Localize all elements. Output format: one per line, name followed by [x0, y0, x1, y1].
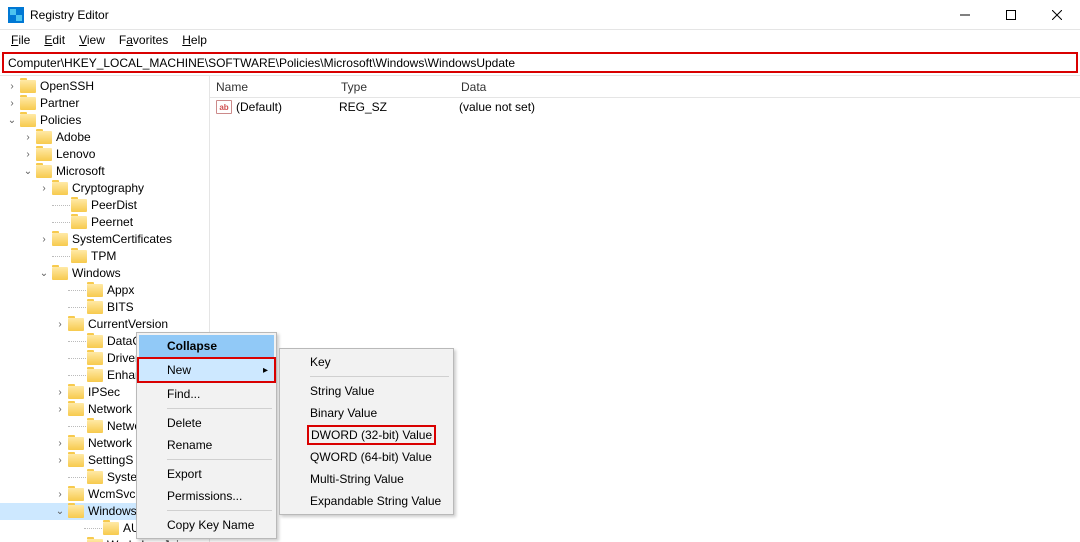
tree-cryptography[interactable]: ›Cryptography [0, 180, 209, 197]
folder-icon [68, 437, 84, 450]
folder-icon [20, 80, 36, 93]
value-name: (Default) [236, 100, 339, 114]
tree-lenovo[interactable]: ›Lenovo [0, 146, 209, 163]
value-type: REG_SZ [339, 100, 459, 114]
tree-windows[interactable]: ⌄Windows [0, 265, 209, 282]
titlebar: Registry Editor [0, 0, 1080, 30]
folder-icon [52, 182, 68, 195]
folder-icon [87, 335, 103, 348]
minimize-button[interactable] [942, 0, 988, 30]
tree-adobe[interactable]: ›Adobe [0, 129, 209, 146]
col-data[interactable]: Data [455, 80, 1080, 94]
value-row-default[interactable]: ab (Default) REG_SZ (value not set) [210, 98, 1080, 116]
separator [167, 510, 272, 511]
tree-microsoft[interactable]: ⌄Microsoft [0, 163, 209, 180]
folder-icon [87, 369, 103, 382]
tree-tpm[interactable]: TPM [0, 248, 209, 265]
tree-currentversion[interactable]: ›CurrentVersion [0, 316, 209, 333]
folder-icon [20, 97, 36, 110]
folder-icon [36, 165, 52, 178]
ctx-new-binary[interactable]: Binary Value [282, 402, 451, 424]
menu-help[interactable]: Help [175, 31, 214, 49]
value-data: (value not set) [459, 100, 1080, 114]
ctx-permissions[interactable]: Permissions... [139, 485, 274, 507]
ctx-new-dword[interactable]: DWORD (32-bit) Value [282, 424, 451, 446]
folder-icon [36, 131, 52, 144]
ctx-new[interactable]: New▸ [139, 359, 274, 381]
folder-icon [68, 403, 84, 416]
ctx-new-qword[interactable]: QWORD (64-bit) Value [282, 446, 451, 468]
ctx-export[interactable]: Export [139, 463, 274, 485]
tree-openssh[interactable]: ›OpenSSH [0, 78, 209, 95]
ctx-collapse[interactable]: Collapse [139, 335, 274, 357]
menubar: File Edit View Favorites Help [0, 30, 1080, 50]
string-value-icon: ab [216, 100, 232, 114]
separator [310, 376, 449, 377]
column-headers: Name Type Data [210, 76, 1080, 98]
tree-peernet[interactable]: Peernet [0, 214, 209, 231]
folder-icon [71, 199, 87, 212]
menu-edit[interactable]: Edit [37, 31, 72, 49]
folder-icon [68, 386, 84, 399]
tree-appx[interactable]: Appx [0, 282, 209, 299]
ctx-rename[interactable]: Rename [139, 434, 274, 456]
tree-policies[interactable]: ⌄Policies [0, 112, 209, 129]
tree-systemcertificates[interactable]: ›SystemCertificates [0, 231, 209, 248]
folder-icon [87, 471, 103, 484]
folder-icon [87, 352, 103, 365]
ctx-new-key[interactable]: Key [282, 351, 451, 373]
separator [167, 408, 272, 409]
address-text: Computer\HKEY_LOCAL_MACHINE\SOFTWARE\Pol… [8, 56, 515, 70]
folder-icon [68, 488, 84, 501]
maximize-button[interactable] [988, 0, 1034, 30]
folder-icon [87, 301, 103, 314]
chevron-right-icon: ▸ [263, 365, 268, 376]
separator [167, 459, 272, 460]
ctx-new-expandable[interactable]: Expandable String Value [282, 490, 451, 512]
folder-icon [36, 148, 52, 161]
close-button[interactable] [1034, 0, 1080, 30]
tree-partner[interactable]: ›Partner [0, 95, 209, 112]
folder-icon [52, 267, 68, 280]
folder-icon [68, 454, 84, 467]
folder-icon [71, 250, 87, 263]
menu-file[interactable]: File [4, 31, 37, 49]
folder-icon [103, 522, 119, 535]
ctx-delete[interactable]: Delete [139, 412, 274, 434]
col-type[interactable]: Type [335, 80, 455, 94]
context-menu: Collapse New▸ Find... Delete Rename Expo… [136, 332, 277, 539]
folder-icon [52, 233, 68, 246]
tree-bits[interactable]: BITS [0, 299, 209, 316]
tree-peerdist[interactable]: PeerDist [0, 197, 209, 214]
folder-icon [71, 216, 87, 229]
ctx-new-multistring[interactable]: Multi-String Value [282, 468, 451, 490]
folder-icon [68, 318, 84, 331]
folder-icon [87, 284, 103, 297]
folder-icon [68, 505, 84, 518]
ctx-new-string[interactable]: String Value [282, 380, 451, 402]
address-bar[interactable]: Computer\HKEY_LOCAL_MACHINE\SOFTWARE\Pol… [2, 52, 1078, 73]
folder-icon [87, 420, 103, 433]
ctx-copy-key-name[interactable]: Copy Key Name [139, 514, 274, 536]
folder-icon [20, 114, 36, 127]
context-submenu-new: Key String Value Binary Value DWORD (32-… [279, 348, 454, 515]
menu-favorites[interactable]: Favorites [112, 31, 175, 49]
regedit-icon [8, 7, 24, 23]
col-name[interactable]: Name [210, 80, 335, 94]
menu-view[interactable]: View [72, 31, 112, 49]
ctx-find[interactable]: Find... [139, 383, 274, 405]
window-title: Registry Editor [30, 8, 942, 22]
